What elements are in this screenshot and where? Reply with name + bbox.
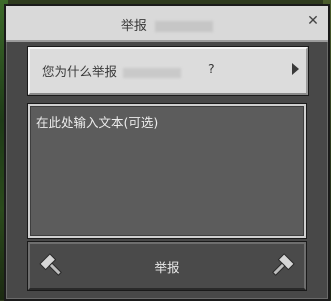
chevron-right-icon xyxy=(292,63,299,75)
blurred-player-name-reason xyxy=(123,67,181,78)
report-reason-button[interactable]: 您为什么举报 ? xyxy=(28,47,308,95)
report-submit-button[interactable]: 举报 xyxy=(28,242,306,290)
reason-suffix: ? xyxy=(208,61,215,76)
hammer-icon xyxy=(272,253,295,276)
dialog-title: 举报 xyxy=(6,15,328,34)
close-icon: ✕ xyxy=(307,13,319,29)
dialog-titlebar: 举报 ✕ xyxy=(6,6,328,42)
reason-label: 您为什么举报 xyxy=(42,61,183,80)
close-button[interactable]: ✕ xyxy=(304,12,322,30)
report-dialog: 举报 ✕ 您为什么举报 ? 在此处输入文本(可选) 举报 xyxy=(4,4,330,301)
report-text-placeholder: 在此处输入文本(可选) xyxy=(36,115,159,130)
blurred-player-name xyxy=(155,21,214,32)
report-text-input[interactable]: 在此处输入文本(可选) xyxy=(28,104,306,238)
dialog-title-label: 举报 xyxy=(120,19,147,34)
reason-label-text: 您为什么举报 xyxy=(42,64,118,79)
report-submit-label: 举报 xyxy=(154,260,180,275)
